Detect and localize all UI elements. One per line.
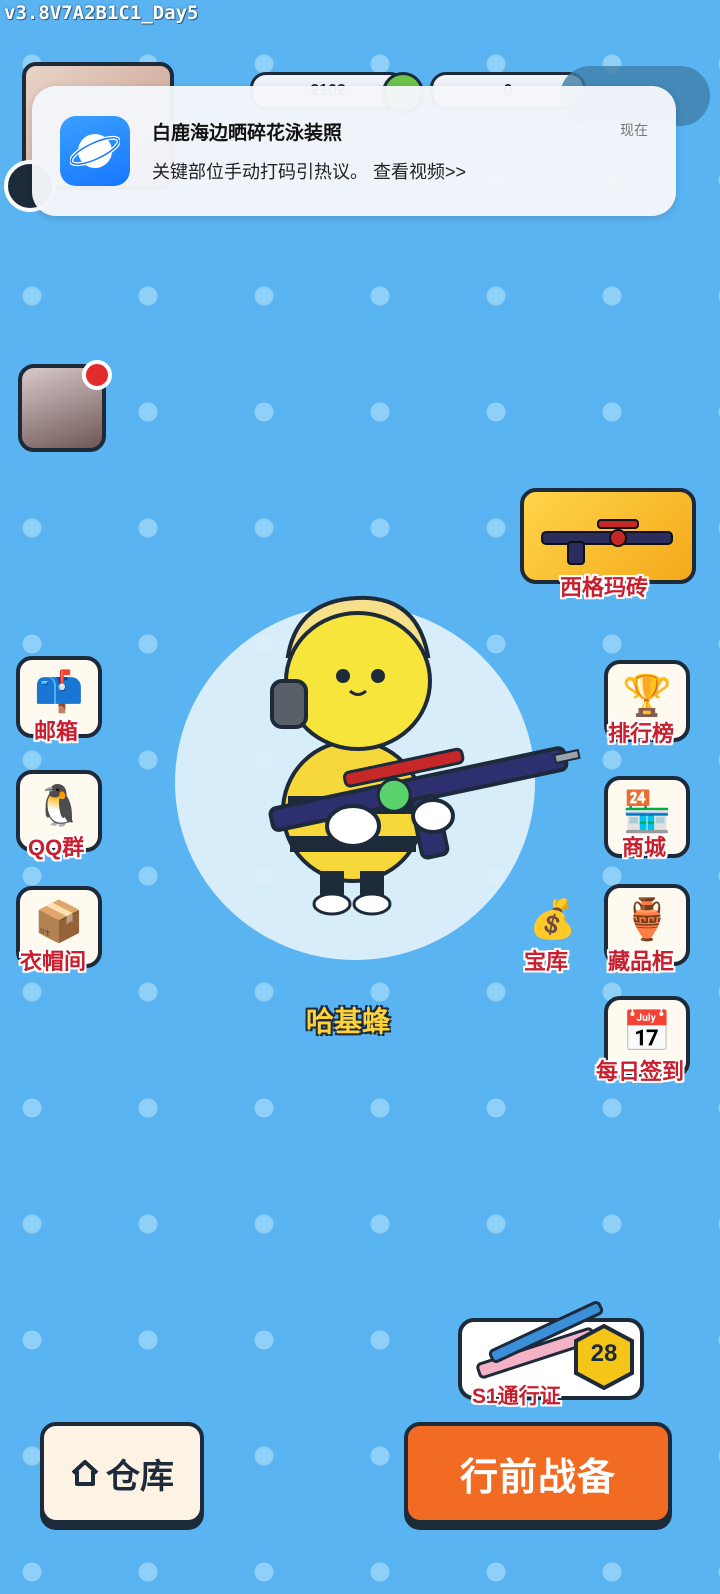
push-notification[interactable]: 白鹿海边晒碎花泳装照 关键部位手动打码引热议。 查看视频>> 现在 <box>32 86 676 216</box>
rifle-icon <box>541 519 673 565</box>
notification-dot <box>82 360 112 390</box>
browser-app-icon <box>60 116 130 186</box>
shop-label: 商城 <box>622 835 667 860</box>
display-case-icon: 🏺 <box>622 898 672 942</box>
mailbox-label: 邮箱 <box>34 719 79 744</box>
version-text: v3.8V7A2B1C1_Day5 <box>4 2 199 24</box>
bee-character[interactable] <box>258 586 588 916</box>
notification-title: 白鹿海边晒碎花泳装照 <box>152 123 343 144</box>
leaderboard-label: 排行榜 <box>608 721 675 746</box>
character-name: 哈基蜂 <box>306 1006 391 1037</box>
wardrobe-label: 衣帽间 <box>20 949 87 974</box>
qq-group-label: QQ群 <box>28 835 85 860</box>
pass-level-value: 28 <box>590 1340 618 1367</box>
notification-body: 关键部位手动打码引热议。 查看视频>> <box>152 162 467 182</box>
warehouse-label: 仓库 <box>106 1457 174 1496</box>
prepare-for-battle-button[interactable]: 行前战备 <box>404 1422 672 1524</box>
daily-checkin-label: 每日签到 <box>596 1059 685 1084</box>
mailbox-icon: 📫 <box>34 670 84 714</box>
penguin-icon: 🐧 <box>34 784 84 828</box>
notification-time: 现在 <box>620 122 648 138</box>
trophy-icon: 🏆 <box>622 674 672 718</box>
warehouse-button[interactable]: 仓库 <box>40 1422 204 1524</box>
collection-label: 藏品柜 <box>608 949 675 974</box>
season-pass-label: S1通行证 <box>472 1385 561 1408</box>
calendar-icon: 📅 <box>622 1010 672 1054</box>
box-icon: 📦 <box>34 900 84 944</box>
home-icon <box>71 1460 99 1486</box>
shop-icon: 🏪 <box>622 790 672 834</box>
prepare-label: 行前战备 <box>459 1456 616 1499</box>
vault-label: 宝库 <box>524 949 569 974</box>
